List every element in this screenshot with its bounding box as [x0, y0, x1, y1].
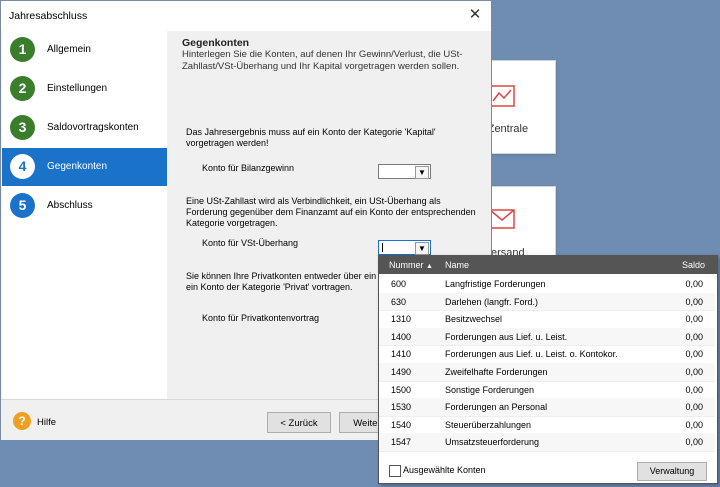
- table-row[interactable]: 1410 Forderungen aus Lief. u. Leist. o. K…: [379, 345, 715, 364]
- account-number: 1490: [391, 367, 412, 377]
- table-row[interactable]: 1310 Besitzwechsel 0,00: [379, 310, 715, 329]
- step-saldovortragskonten[interactable]: 3 Saldovortragskonten: [2, 109, 167, 147]
- account-number: 1500: [391, 384, 412, 395]
- info-text-ust: Eine USt-Zahllast wird als Verbindlichke…: [186, 196, 476, 228]
- account-number: 630: [391, 296, 407, 307]
- step-number-badge: 3: [10, 115, 35, 140]
- wizard-steps: 1 Allgemein 2 Einstellungen 3 Saldovortr…: [2, 31, 167, 399]
- sort-ascending-icon: ▲: [426, 263, 433, 270]
- table-row[interactable]: 600 Langfristige Forderungen 0,00: [379, 275, 715, 294]
- column-header-name[interactable]: Name: [445, 260, 469, 270]
- account-saldo: 0,00: [685, 384, 703, 395]
- page-title: Gegenkonten: [182, 37, 250, 49]
- step-abschluss[interactable]: 5 Abschluss: [2, 187, 167, 225]
- envelope-icon: [489, 209, 515, 229]
- table-row[interactable]: 1490 Zweifelhafte Forderungen 0,00: [379, 363, 715, 382]
- account-saldo: 0,00: [685, 419, 703, 430]
- account-saldo: 0,00: [685, 279, 703, 289]
- field-label-vst-ueberhang: Konto für VSt-Überhang: [202, 238, 299, 248]
- title-bar: Jahresabschluss ✕: [1, 1, 491, 31]
- column-header-saldo[interactable]: Saldo: [682, 260, 705, 270]
- help-icon[interactable]: ?: [13, 412, 31, 430]
- table-row[interactable]: 1530 Forderungen an Personal 0,00: [379, 398, 715, 417]
- account-saldo: 0,00: [685, 349, 703, 360]
- account-name: Forderungen aus Lief. u. Leist.: [445, 331, 568, 342]
- table-row[interactable]: 630 Darlehen (langfr. Ford.) 0,00: [379, 292, 715, 312]
- close-icon[interactable]: ✕: [465, 5, 485, 25]
- step-number-badge: 1: [10, 37, 35, 62]
- chevron-down-icon[interactable]: ▼: [415, 242, 429, 255]
- vst-ueberhang-combo[interactable]: ▼: [378, 240, 431, 255]
- account-number: 1410: [391, 349, 412, 360]
- account-number: 600: [391, 279, 407, 289]
- selected-accounts-checkbox[interactable]: [389, 465, 401, 477]
- account-name: Langfristige Forderungen: [445, 279, 546, 289]
- step-label: Allgemein: [47, 44, 91, 55]
- info-text-kapital: Das Jahresergebnis muss auf ein Konto de…: [186, 127, 436, 148]
- account-number: 1310: [391, 314, 412, 325]
- bilanzgewinn-combo[interactable]: ▼: [378, 164, 431, 179]
- account-saldo: 0,00: [685, 437, 703, 448]
- account-saldo: 0,00: [685, 367, 703, 377]
- column-header-nummer[interactable]: Nummer ▲: [389, 260, 433, 270]
- step-label: Gegenkonten: [47, 161, 108, 172]
- account-name: Umsatzsteuerforderung: [445, 437, 540, 448]
- chevron-down-icon[interactable]: ▼: [415, 166, 429, 179]
- step-number-badge: 4: [10, 154, 35, 179]
- step-number-badge: 5: [10, 193, 35, 218]
- table-row[interactable]: 1500 Sonstige Forderungen 0,00: [379, 381, 715, 400]
- account-name: Forderungen an Personal: [445, 402, 548, 413]
- step-einstellungen[interactable]: 2 Einstellungen: [2, 70, 167, 108]
- table-row[interactable]: 1540 Steuerüberzahlungen 0,00: [379, 416, 715, 435]
- text-caret: [382, 243, 383, 252]
- account-saldo: 0,00: [685, 402, 703, 413]
- help-label[interactable]: Hilfe: [37, 417, 56, 428]
- account-name: Sonstige Forderungen: [445, 384, 535, 395]
- step-label: Abschluss: [47, 200, 93, 211]
- step-gegenkonten[interactable]: 4 Gegenkonten: [2, 148, 167, 186]
- account-saldo: 0,00: [685, 331, 703, 342]
- table-row[interactable]: 1400 Forderungen aus Lief. u. Leist. 0,00: [379, 327, 715, 347]
- account-saldo: 0,00: [685, 314, 703, 325]
- step-label: Saldovortragskonten: [47, 122, 139, 133]
- manage-button[interactable]: Verwaltung: [637, 462, 707, 481]
- checkbox-label: Ausgewählte Konten: [403, 465, 486, 475]
- table-header: Nummer ▲ Name Saldo: [379, 256, 717, 274]
- account-name: Besitzwechsel: [445, 314, 503, 325]
- dialog-title: Jahresabschluss: [9, 10, 88, 22]
- account-name: Zweifelhafte Forderungen: [445, 367, 548, 377]
- account-saldo: 0,00: [685, 296, 703, 307]
- account-name: Forderungen aus Lief. u. Leist. o. Konto…: [445, 349, 618, 360]
- table-row[interactable]: 1547 Umsatzsteuerforderung 0,00: [379, 433, 715, 452]
- field-label-bilanzgewinn: Konto für Bilanzgewinn: [202, 163, 295, 173]
- back-button[interactable]: < Zurück: [267, 412, 331, 433]
- account-number: 1540: [391, 419, 412, 430]
- chart-icon: [489, 85, 515, 107]
- step-number-badge: 2: [10, 76, 35, 101]
- page-subtitle: Hinterlegen Sie die Konten, auf denen Ih…: [182, 49, 463, 72]
- account-number: 1547: [391, 437, 412, 448]
- field-label-privatkontenvortrag: Konto für Privatkontenvortrag: [202, 313, 320, 323]
- step-allgemein[interactable]: 1 Allgemein: [2, 31, 167, 69]
- account-number: 1530: [391, 402, 412, 413]
- account-name: Darlehen (langfr. Ford.): [445, 296, 539, 307]
- account-number: 1400: [391, 331, 412, 342]
- step-label: Einstellungen: [47, 83, 108, 94]
- account-name: Steuerüberzahlungen: [445, 419, 532, 430]
- account-dropdown-list: Nummer ▲ Name Saldo 600 Langfristige Ford…: [378, 255, 718, 484]
